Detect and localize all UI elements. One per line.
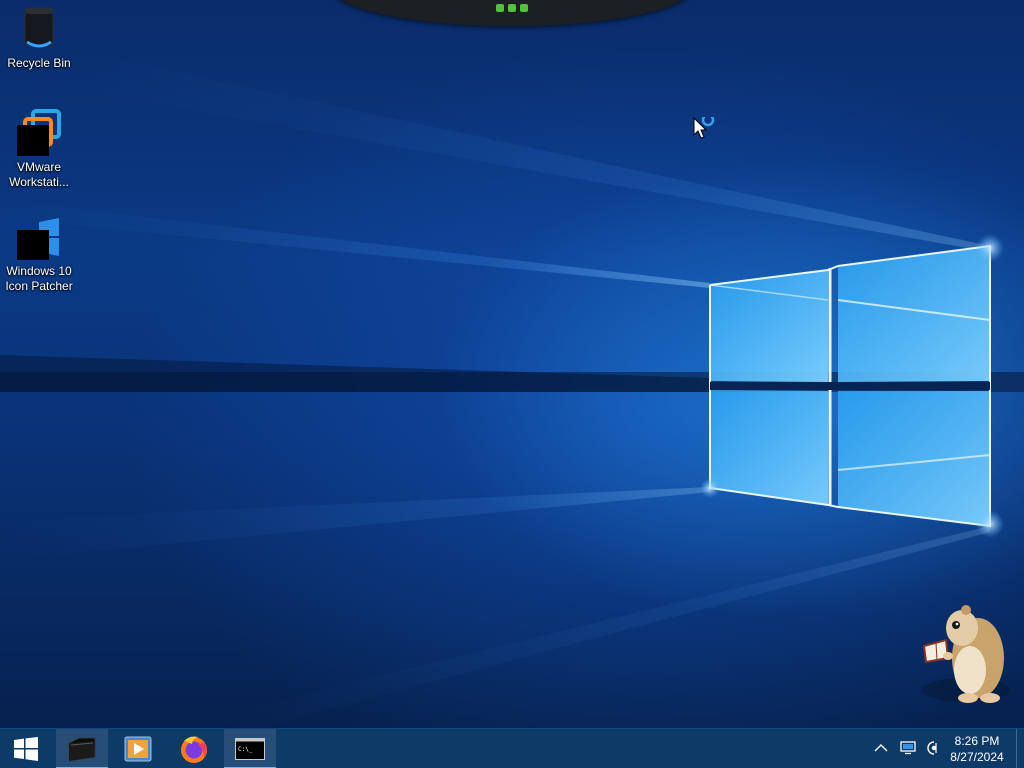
taskbar: C:\_ 8:26 PM 8/27/2024 bbox=[0, 728, 1024, 768]
command-prompt-glyph: C:\_ bbox=[238, 746, 253, 753]
volume-tray-button[interactable] bbox=[924, 739, 942, 757]
windows-logo-icon bbox=[15, 212, 63, 260]
firefox-icon bbox=[181, 736, 207, 763]
mouse-cursor-busy-icon bbox=[693, 113, 717, 145]
media-player-icon bbox=[124, 736, 152, 762]
clock-date: 8/27/2024 bbox=[950, 750, 1004, 764]
taskbar-firefox[interactable] bbox=[168, 729, 220, 768]
hamster-reading-widget[interactable] bbox=[906, 598, 1016, 712]
desktop-icon-windows-10-icon-patcher[interactable]: Windows 10 Icon Patcher bbox=[1, 212, 77, 294]
taskbar-file-explorer[interactable] bbox=[56, 729, 108, 768]
desktop-icon-recycle-bin[interactable]: Recycle Bin bbox=[1, 4, 77, 71]
chevron-up-icon bbox=[874, 744, 888, 752]
desktop-icon-label: Workstati... bbox=[9, 175, 69, 189]
desktop-icon-label: Recycle Bin bbox=[7, 56, 71, 70]
show-hidden-icons-button[interactable] bbox=[872, 739, 890, 757]
windows-logo-icon bbox=[14, 737, 38, 761]
clock-time: 8:26 PM bbox=[954, 734, 1000, 748]
toolbar-grip-icon[interactable] bbox=[496, 4, 528, 12]
wallpaper bbox=[0, 60, 1024, 728]
taskbar-command-prompt[interactable]: C:\_ bbox=[224, 729, 276, 768]
recycle-bin-icon bbox=[15, 4, 63, 52]
taskbar-media-player[interactable] bbox=[112, 729, 164, 768]
network-tray-button[interactable] bbox=[899, 739, 917, 757]
desktop-icon-label: Icon Patcher bbox=[5, 279, 73, 293]
command-prompt-icon: C:\_ bbox=[235, 738, 265, 760]
start-button[interactable] bbox=[0, 729, 52, 768]
desktop-icon-label: Windows 10 bbox=[6, 264, 72, 278]
desktop-icon-label: VMware bbox=[16, 160, 61, 174]
volume-icon bbox=[927, 741, 937, 755]
desktop[interactable]: Recycle Bin VMware Workstati... Windows … bbox=[0, 0, 1024, 728]
network-icon bbox=[900, 741, 916, 755]
taskbar-clock[interactable]: 8:26 PM 8/27/2024 bbox=[943, 733, 1011, 765]
vmware-icon bbox=[15, 108, 63, 157]
show-desktop-button[interactable] bbox=[1016, 729, 1024, 768]
desktop-icon-vmware-workstation[interactable]: VMware Workstati... bbox=[1, 108, 77, 190]
dark-folder-icon bbox=[68, 737, 96, 762]
